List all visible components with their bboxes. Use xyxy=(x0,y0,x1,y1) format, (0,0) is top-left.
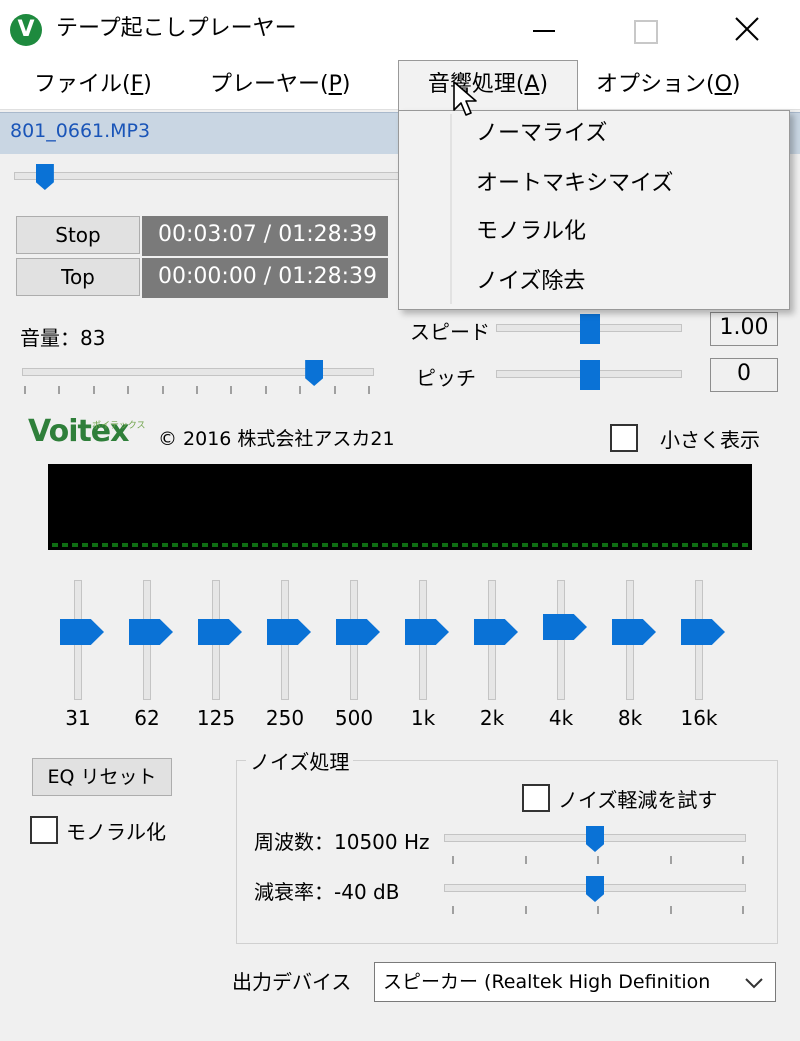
eq-band-label: 1k xyxy=(410,706,436,730)
slider-tick xyxy=(742,856,744,864)
top-time-display: 00:00:00 / 01:28:39 xyxy=(142,258,388,298)
slider-tick xyxy=(299,386,302,394)
slider-tick xyxy=(524,856,527,864)
menu-player[interactable]: プレーヤー(P) xyxy=(196,62,364,108)
pitch-value[interactable]: 0 xyxy=(710,358,778,392)
noise-try-checkbox[interactable] xyxy=(522,784,550,812)
slider-tick xyxy=(597,906,599,914)
slider-tick xyxy=(742,906,744,914)
slider-tick xyxy=(597,856,599,864)
eq-slider-thumb[interactable] xyxy=(336,619,380,645)
voitex-logo-ruby: ボイテックス xyxy=(92,421,146,431)
eq-band-label: 62 xyxy=(134,706,160,730)
menu-item-noise-removal[interactable]: ノイズ除去 xyxy=(476,258,585,306)
eq-band-label: 16k xyxy=(680,706,718,730)
eq-slider-thumb[interactable] xyxy=(612,619,656,645)
eq-band-label: 500 xyxy=(334,706,374,730)
stop-button[interactable]: Stop xyxy=(16,216,140,254)
close-button[interactable] xyxy=(700,0,796,60)
slider-tick xyxy=(58,386,61,394)
maximize-button[interactable] xyxy=(596,0,692,60)
slider-tick xyxy=(24,386,26,394)
eq-slider-thumb[interactable] xyxy=(405,619,449,645)
minimize-button[interactable] xyxy=(496,0,592,60)
noise-try-label: ノイズ軽減を試す xyxy=(558,788,718,812)
mono-checkbox[interactable] xyxy=(30,816,58,844)
eq-band-label: 125 xyxy=(196,706,236,730)
eq-slider-thumb[interactable] xyxy=(198,619,242,645)
menu-item-mono[interactable]: モノラル化 xyxy=(476,208,586,256)
eq-slider-thumb[interactable] xyxy=(60,619,104,645)
menu-audio-processing[interactable]: 音響処理(A) xyxy=(398,60,578,110)
output-device-label: 出力デバイス xyxy=(232,970,352,994)
menu-file[interactable]: ファイル(F) xyxy=(20,62,166,108)
slider-tick xyxy=(452,906,454,914)
slider-tick xyxy=(333,386,336,394)
speed-label: スピード xyxy=(410,320,490,344)
slider-tick xyxy=(230,386,233,394)
mono-label: モノラル化 xyxy=(66,820,166,844)
copyright-text: © 2016 株式会社アスカ21 xyxy=(158,428,395,450)
eq-band-label: 250 xyxy=(265,706,305,730)
position-slider-thumb[interactable] xyxy=(35,164,54,190)
output-device-select[interactable]: スピーカー (Realtek High Definition xyxy=(374,962,776,1002)
slider-tick xyxy=(669,906,672,914)
eq-slider-thumb[interactable] xyxy=(681,619,725,645)
menu-item-normalize[interactable]: ノーマライズ xyxy=(476,110,607,158)
spectrum-baseline xyxy=(52,543,748,547)
window-title: テープ起こしプレーヤー xyxy=(56,16,297,41)
eq-slider-thumb[interactable] xyxy=(129,619,173,645)
eq-slider-thumb[interactable] xyxy=(267,619,311,645)
small-display-checkbox[interactable] xyxy=(610,424,638,452)
eq-slider-thumb[interactable] xyxy=(474,619,518,645)
volume-slider-thumb[interactable] xyxy=(305,360,324,386)
slider-tick xyxy=(669,856,672,864)
slider-tick xyxy=(196,386,198,394)
dropdown-icon-column-separator xyxy=(450,114,452,304)
speed-slider-thumb[interactable] xyxy=(580,314,600,344)
top-button[interactable]: Top xyxy=(16,258,140,296)
eq-slider-track[interactable] xyxy=(557,580,565,700)
eq-reset-button[interactable]: EQ リセット xyxy=(32,758,172,796)
spectrum-display xyxy=(48,464,752,550)
file-name: 801_0661.MP3 xyxy=(10,120,151,142)
small-display-label: 小さく表示 xyxy=(660,428,760,452)
chevron-down-icon[interactable] xyxy=(744,976,764,990)
noise-group-title: ノイズ処理 xyxy=(246,746,354,775)
slider-tick xyxy=(161,386,164,394)
eq-band-label: 2k xyxy=(479,706,505,730)
position-slider-track[interactable] xyxy=(14,172,400,180)
pitch-slider-thumb[interactable] xyxy=(580,360,600,390)
menu-options[interactable]: オプション(O) xyxy=(582,62,755,108)
eq-band-label: 8k xyxy=(617,706,643,730)
slider-tick xyxy=(127,386,130,394)
slider-tick xyxy=(368,386,370,394)
app-logo-icon: V xyxy=(10,14,42,46)
current-time-display: 00:03:07 / 01:28:39 xyxy=(142,216,388,256)
volume-label: 音量：83 xyxy=(20,326,106,350)
output-device-value: スピーカー (Realtek High Definition xyxy=(383,971,711,993)
speed-value[interactable]: 1.00 xyxy=(710,312,778,346)
attenuation-label: 減衰率：-40 dB xyxy=(254,880,400,904)
frequency-label: 周波数：10500 Hz xyxy=(254,830,430,854)
eq-band-label: 31 xyxy=(65,706,91,730)
mouse-cursor-icon xyxy=(453,81,477,116)
eq-slider-thumb[interactable] xyxy=(543,614,587,640)
slider-tick xyxy=(524,906,527,914)
eq-band-label: 4k xyxy=(548,706,574,730)
slider-tick xyxy=(92,386,95,394)
slider-tick xyxy=(264,386,267,394)
pitch-label: ピッチ xyxy=(416,366,476,390)
menu-item-auto-maximize[interactable]: オートマキシマイズ xyxy=(476,160,673,208)
close-icon xyxy=(735,17,759,41)
slider-tick xyxy=(452,856,454,864)
